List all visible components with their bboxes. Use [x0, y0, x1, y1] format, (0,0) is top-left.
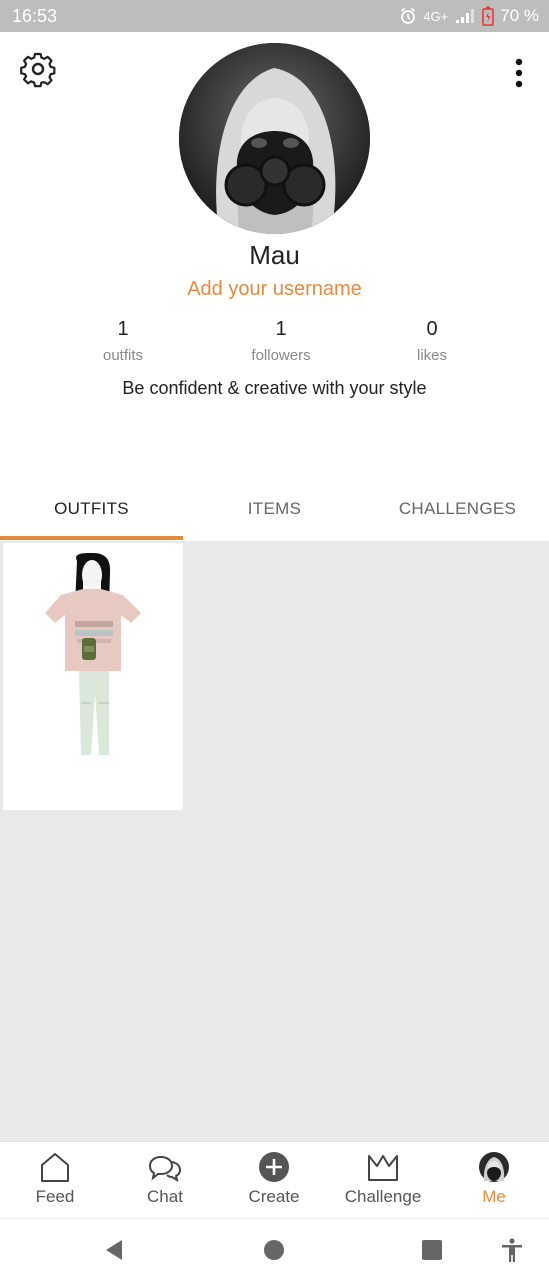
stat-label: likes	[416, 347, 447, 364]
home-icon	[41, 1153, 69, 1182]
battery-level: 70 %	[500, 6, 539, 25]
system-navigation-bar	[0, 1218, 549, 1280]
stat-followers[interactable]: 1 followers	[211, 318, 351, 364]
status-time: 16:53	[12, 6, 58, 26]
nav-chat[interactable]: Chat	[110, 1142, 220, 1218]
avatar-icon	[479, 1152, 509, 1182]
stat-value: 1	[117, 318, 129, 340]
profile-avatar[interactable]	[179, 43, 370, 234]
recents-icon[interactable]	[419, 1237, 445, 1263]
more-options-button[interactable]	[507, 54, 531, 94]
bottom-navigation: Feed Chat Create Challenge Me	[0, 1141, 549, 1217]
stat-value: 1	[275, 318, 287, 340]
tab-outfits[interactable]: OUTFITS	[0, 485, 183, 541]
outfit-image	[45, 553, 141, 755]
outfit-card[interactable]	[3, 543, 183, 810]
plus-circle-icon	[259, 1152, 289, 1182]
nav-feed[interactable]: Feed	[0, 1142, 110, 1218]
profile-bio: Be confident & creative with your style	[122, 378, 427, 398]
stat-likes[interactable]: 0 likes	[362, 318, 502, 364]
nav-label: Create	[248, 1187, 300, 1206]
nav-label: Chat	[147, 1187, 183, 1206]
nav-label: Me	[482, 1187, 506, 1206]
accessibility-icon[interactable]	[499, 1237, 525, 1263]
back-icon[interactable]	[102, 1237, 128, 1263]
more-vertical-icon	[515, 58, 523, 88]
profile-tabs: OUTFITS ITEMS CHALLENGES	[0, 485, 549, 541]
home-circle-icon[interactable]	[261, 1237, 287, 1263]
alarm-icon	[399, 7, 417, 25]
chat-icon	[148, 1155, 182, 1183]
stat-outfits[interactable]: 1 outfits	[53, 318, 193, 364]
nav-label: Feed	[35, 1187, 75, 1206]
tab-challenges[interactable]: CHALLENGES	[366, 485, 549, 541]
avatar-image	[179, 43, 370, 234]
tab-items[interactable]: ITEMS	[183, 485, 366, 541]
stat-value: 0	[426, 318, 438, 340]
crown-icon	[368, 1155, 398, 1181]
add-username-link[interactable]: Add your username	[0, 278, 549, 301]
active-tab-indicator	[0, 536, 183, 540]
nav-me[interactable]: Me	[439, 1142, 549, 1218]
network-type: 4G+	[423, 8, 449, 24]
status-icons: 4G+ 70 %	[399, 6, 539, 26]
battery-icon	[482, 6, 495, 26]
status-bar: 16:53 4G+ 70 %	[0, 0, 549, 32]
nav-challenge[interactable]: Challenge	[328, 1142, 438, 1218]
nav-label: Challenge	[344, 1187, 422, 1206]
stat-label: followers	[251, 347, 311, 364]
gear-icon	[20, 52, 56, 88]
settings-button[interactable]	[18, 50, 58, 90]
nav-create[interactable]: Create	[219, 1142, 329, 1218]
stat-label: outfits	[102, 347, 144, 364]
display-name: Mau	[249, 240, 300, 270]
signal-icon	[454, 8, 476, 24]
